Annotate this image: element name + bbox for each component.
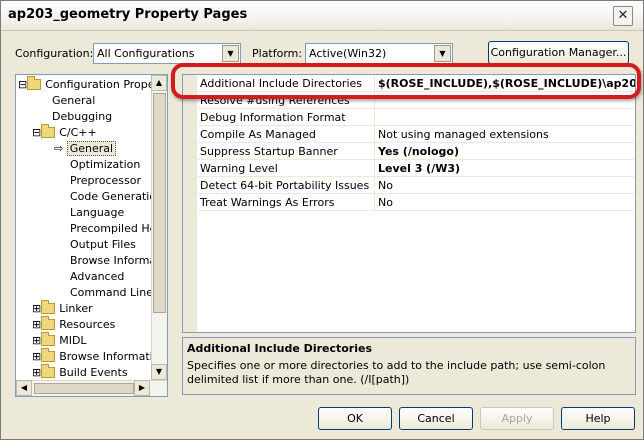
scroll-thumb[interactable] bbox=[153, 93, 166, 313]
tree-item-browse-info[interactable]: ⊞ Browse Information bbox=[32, 348, 166, 365]
highlight-callout bbox=[171, 63, 641, 99]
platform-value: Active(Win32) bbox=[309, 47, 387, 60]
grid-gutter bbox=[183, 75, 197, 332]
grid-row[interactable]: Detect 64-bit Portability Issues No bbox=[197, 177, 635, 194]
close-icon: ✕ bbox=[617, 8, 629, 23]
tree-item-general[interactable]: General bbox=[52, 93, 95, 109]
tree-vertical-scrollbar[interactable]: ▲ ▼ bbox=[151, 75, 167, 380]
platform-combo[interactable]: Active(Win32) ▼ bbox=[305, 43, 453, 64]
ok-button[interactable]: OK bbox=[318, 407, 392, 430]
collapse-icon[interactable]: ⊟ bbox=[32, 126, 41, 139]
folder-open-icon bbox=[41, 124, 56, 138]
grid-row[interactable]: Compile As Managed Not using managed ext… bbox=[197, 126, 635, 143]
scroll-thumb[interactable] bbox=[34, 383, 134, 394]
expand-icon[interactable]: ⊞ bbox=[32, 318, 41, 331]
folder-icon bbox=[41, 332, 56, 346]
tree-item-advanced[interactable]: Advanced bbox=[70, 269, 124, 285]
grid-row[interactable]: Treat Warnings As Errors No bbox=[197, 194, 635, 211]
close-button[interactable]: ✕ bbox=[613, 6, 633, 26]
tree-item-linker[interactable]: ⊞ Linker bbox=[32, 300, 93, 317]
scroll-down-icon[interactable]: ▼ bbox=[151, 364, 167, 380]
configuration-value: All Configurations bbox=[97, 47, 195, 60]
expand-icon[interactable]: ⊞ bbox=[32, 302, 41, 315]
window-title: ap203_geometry Property Pages bbox=[8, 7, 248, 22]
grid-row[interactable]: Debug Information Format bbox=[197, 109, 635, 126]
property-grid: Additional Include Directories $(ROSE_IN… bbox=[182, 74, 636, 333]
tree-item-code-generation[interactable]: Code Generation bbox=[70, 189, 163, 205]
tree-item-cpp-general[interactable]: ⇨ General bbox=[54, 141, 117, 157]
folder-icon bbox=[41, 300, 56, 314]
tree-item-language[interactable]: Language bbox=[70, 205, 124, 221]
apply-button[interactable]: Apply bbox=[480, 407, 554, 430]
tree-item-debugging[interactable]: Debugging bbox=[52, 109, 112, 125]
tree-item-preprocessor[interactable]: Preprocessor bbox=[70, 173, 141, 189]
property-pages-dialog: ap203_geometry Property Pages ✕ Configur… bbox=[0, 0, 644, 440]
folder-icon bbox=[41, 348, 56, 362]
tree-item-output-files[interactable]: Output Files bbox=[70, 237, 136, 253]
tree-item-configuration-properties[interactable]: ⊟ Configuration Properties bbox=[18, 76, 167, 93]
tree-item-build-events[interactable]: ⊞ Build Events bbox=[32, 364, 128, 381]
platform-label: Platform: bbox=[252, 47, 303, 60]
tree-horizontal-scrollbar[interactable]: ◀ ▶ bbox=[16, 380, 167, 396]
configuration-manager-button[interactable]: Configuration Manager... bbox=[488, 41, 629, 64]
grid-row[interactable]: Suppress Startup Banner Yes (/nologo) bbox=[197, 143, 635, 160]
tree-item-cpp[interactable]: ⊟ C/C++ bbox=[32, 124, 97, 141]
cancel-button[interactable]: Cancel bbox=[399, 407, 473, 430]
scroll-up-icon[interactable]: ▲ bbox=[151, 75, 167, 91]
property-tree: ⊟ Configuration Properties General Debugg… bbox=[15, 74, 168, 397]
chevron-down-icon[interactable]: ▼ bbox=[222, 45, 239, 62]
tree-item-command-line[interactable]: Command Line bbox=[70, 285, 153, 301]
configuration-combo[interactable]: All Configurations ▼ bbox=[93, 43, 241, 64]
folder-icon bbox=[41, 364, 56, 378]
chevron-down-icon[interactable]: ▼ bbox=[434, 45, 451, 62]
folder-open-icon bbox=[27, 76, 42, 90]
arrow-icon: ⇨ bbox=[54, 142, 64, 155]
description-text: Specifies one or more directories to add… bbox=[187, 359, 606, 386]
tree-item-midl[interactable]: ⊞ MIDL bbox=[32, 332, 87, 349]
tree-item-optimization[interactable]: Optimization bbox=[70, 157, 140, 173]
grid-row[interactable]: Warning Level Level 3 (/W3) bbox=[197, 160, 635, 177]
description-title: Additional Include Directories bbox=[187, 342, 373, 355]
tree-item-resources[interactable]: ⊞ Resources bbox=[32, 316, 115, 333]
collapse-icon[interactable]: ⊟ bbox=[18, 78, 27, 91]
help-button[interactable]: Help bbox=[561, 407, 635, 430]
expand-icon[interactable]: ⊞ bbox=[32, 334, 41, 347]
tree-item-browse-information[interactable]: Browse Informat bbox=[70, 253, 160, 269]
description-panel: Additional Include Directories Specifies… bbox=[182, 337, 636, 395]
configuration-label: Configuration: bbox=[15, 47, 94, 60]
scroll-right-icon[interactable]: ▶ bbox=[134, 380, 150, 396]
folder-icon bbox=[41, 316, 56, 330]
title-bar[interactable]: ap203_geometry Property Pages ✕ bbox=[1, 1, 643, 31]
expand-icon[interactable]: ⊞ bbox=[32, 366, 41, 379]
scroll-left-icon[interactable]: ◀ bbox=[16, 380, 32, 396]
expand-icon[interactable]: ⊞ bbox=[32, 350, 41, 363]
